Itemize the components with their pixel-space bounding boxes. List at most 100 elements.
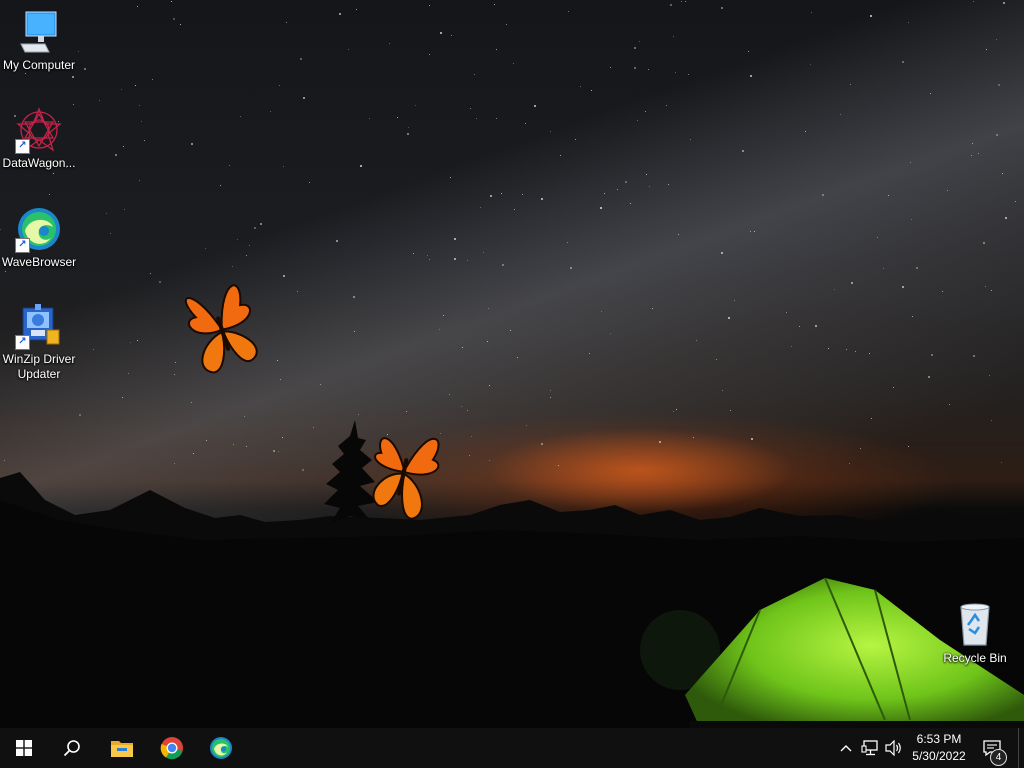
star-dot — [512, 62, 514, 64]
taskbar-file-explorer[interactable] — [98, 728, 146, 768]
star-dot — [798, 325, 800, 327]
star-dot — [786, 311, 788, 313]
star-dot — [259, 222, 262, 225]
desktop-background[interactable]: My Computer ↗ DataWagon... ↗ WaveBrowser… — [0, 0, 1024, 728]
taskbar: 6:53 PM 5/30/2022 4 — [0, 728, 1024, 768]
star-dot — [590, 89, 592, 91]
datawagon-icon: ↗ — [15, 106, 63, 154]
star-dot — [476, 118, 478, 120]
star-dot — [721, 6, 724, 9]
star-dot — [78, 51, 80, 53]
star-dot — [912, 315, 914, 317]
star-dot — [232, 444, 234, 446]
star-dot — [909, 161, 911, 163]
desktop-icon-my-computer[interactable]: My Computer — [0, 8, 78, 73]
star-dot — [560, 155, 562, 157]
star-dot — [910, 218, 912, 220]
star-dot — [868, 352, 870, 354]
star-dot — [673, 410, 675, 412]
star-dot — [995, 134, 998, 137]
show-desktop-button[interactable] — [1018, 728, 1024, 768]
star-dot — [449, 394, 451, 396]
star-dot — [440, 31, 443, 34]
star-dot — [722, 389, 724, 391]
star-dot — [493, 4, 495, 6]
star-dot — [240, 115, 242, 117]
star-dot — [453, 237, 456, 240]
desktop-icon-label: WinZip Driver Updater — [2, 352, 76, 381]
star-dot — [356, 8, 358, 10]
chrome-icon — [160, 737, 183, 760]
show-hidden-icons-button[interactable] — [836, 738, 856, 758]
star-dot — [599, 207, 602, 210]
star-dot — [139, 180, 141, 182]
taskbar-chrome[interactable] — [148, 728, 196, 768]
star-dot — [888, 194, 890, 196]
start-button[interactable] — [0, 728, 48, 768]
star-dot — [629, 202, 631, 204]
star-dot — [467, 260, 469, 262]
star-dot — [278, 451, 280, 453]
star-dot — [716, 359, 718, 361]
star-dot — [809, 64, 811, 66]
star-dot — [609, 332, 611, 334]
star-dot — [122, 397, 124, 399]
star-dot — [335, 239, 338, 242]
star-dot — [248, 245, 250, 247]
volume-button[interactable] — [884, 738, 904, 758]
star-dot — [450, 35, 452, 37]
star-dot — [525, 425, 527, 427]
star-dot — [246, 445, 248, 447]
star-dot — [139, 105, 141, 107]
chevron-up-icon — [840, 745, 852, 752]
network-button[interactable] — [860, 738, 880, 758]
star-dot — [850, 282, 853, 285]
star-dot — [1015, 200, 1017, 202]
star-dot — [319, 383, 321, 385]
star-dot — [442, 315, 444, 317]
desktop-icon-recycle-bin[interactable]: Recycle Bin — [936, 601, 1014, 666]
star-dot — [180, 23, 182, 25]
desktop-icon-wavebrowser[interactable]: ↗ WaveBrowser — [0, 205, 78, 270]
clock[interactable]: 6:53 PM 5/30/2022 — [905, 731, 973, 765]
star-dot — [574, 138, 576, 140]
star-dot — [569, 266, 572, 269]
star-dot — [246, 255, 248, 257]
star-dot — [358, 413, 360, 415]
star-dot — [850, 83, 852, 85]
star-dot — [676, 408, 678, 410]
star-dot — [312, 426, 314, 428]
star-dot — [429, 258, 431, 260]
star-dot — [658, 441, 661, 444]
star-dot — [489, 194, 492, 197]
star-dot — [192, 452, 194, 454]
star-dot — [171, 1, 173, 3]
network-icon — [861, 740, 878, 756]
star-dot — [609, 67, 611, 69]
star-dot — [810, 11, 812, 13]
recycle-bin-icon — [951, 601, 999, 649]
taskbar-wavebrowser[interactable] — [197, 728, 245, 768]
star-dot — [105, 213, 107, 215]
star-dot — [137, 340, 139, 342]
star-dot — [989, 375, 991, 377]
star-dot — [509, 330, 511, 332]
star-dot — [893, 387, 895, 389]
search-button[interactable] — [48, 728, 96, 768]
star-dot — [915, 267, 918, 270]
desktop-icon-label: WaveBrowser — [1, 255, 77, 269]
desktop-icon-winzip-driver-updater[interactable]: ↗ WinZip Driver Updater — [0, 302, 78, 382]
star-dot — [286, 21, 288, 23]
star-dot — [522, 194, 524, 196]
star-dot — [971, 154, 973, 156]
star-dot — [600, 310, 602, 312]
desktop-icon-datawagon[interactable]: ↗ DataWagon... — [0, 106, 78, 171]
butterfly-decoration — [372, 437, 440, 520]
star-dot — [978, 152, 980, 154]
star-dot — [172, 17, 175, 20]
star-dot — [140, 121, 142, 123]
star-dot — [282, 275, 285, 278]
star-dot — [302, 96, 305, 99]
star-dot — [338, 12, 341, 15]
star-dot — [353, 296, 356, 299]
